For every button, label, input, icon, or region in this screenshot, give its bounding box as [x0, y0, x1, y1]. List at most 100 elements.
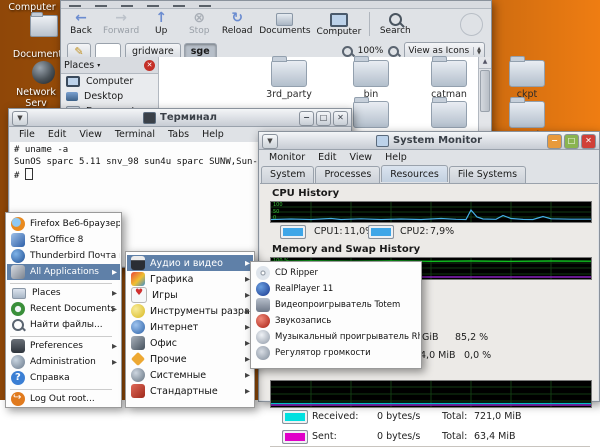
places-item[interactable]: Computer — [61, 74, 158, 89]
cpu2-swatch[interactable] — [368, 225, 394, 239]
cpu-history-graph: 100 50 0 — [270, 201, 592, 223]
menu-item[interactable]: All Applications — [7, 264, 120, 280]
menubar-item[interactable]: View — [79, 129, 102, 140]
toolbar-button-icon — [231, 11, 243, 26]
menubar-item[interactable]: Monitor — [269, 152, 305, 163]
folder-item[interactable]: bin — [336, 60, 406, 100]
maximize-button[interactable]: □ — [564, 134, 579, 149]
menubar-item[interactable]: Help — [385, 152, 407, 163]
menu-item[interactable]: Аудио и видео — [127, 255, 253, 271]
documents-folder-icon[interactable] — [30, 15, 58, 37]
menu-item-icon — [131, 320, 145, 334]
menubar-item[interactable]: Edit — [48, 129, 66, 140]
network-globe-icon[interactable] — [32, 61, 55, 84]
cpu1-swatch[interactable] — [280, 225, 306, 239]
places-item[interactable]: Desktop — [61, 89, 158, 104]
scroll-up-icon[interactable]: ▲ — [479, 57, 491, 69]
menu-item-label: Аудио и видео — [150, 258, 223, 269]
menu-item[interactable]: CD Ripper — [252, 265, 420, 281]
cpu-history-header: CPU History — [272, 188, 339, 199]
toolbar-button[interactable]: Documents — [259, 11, 310, 36]
folder-label: 3rd_party — [266, 89, 312, 100]
toolbar-button-label: Stop — [189, 26, 209, 36]
tab-resources[interactable]: Resources — [381, 165, 448, 182]
audio-video-submenu: CD Ripper RealPlayer 11 Видеопроигрывате… — [250, 261, 422, 369]
toolbar-button-icon — [155, 11, 167, 26]
terminal-titlebar[interactable]: ▼ Терминал − □ ✕ — [9, 109, 351, 127]
menu-item[interactable]: Звукозапись — [252, 313, 420, 329]
menubar-item[interactable]: File — [19, 129, 35, 140]
menu-item[interactable]: StarOffice 8 — [7, 232, 120, 248]
zoom-in-icon[interactable] — [388, 46, 399, 57]
folder-item[interactable]: ckpt — [492, 60, 562, 100]
menu-item[interactable]: Preferences — [7, 338, 120, 354]
menu-item[interactable]: Recent Documents — [7, 301, 120, 317]
system-monitor-titlebar[interactable]: ▼ System Monitor − □ ✕ — [259, 132, 599, 150]
menu-item[interactable]: RealPlayer 11 — [252, 281, 420, 297]
toolbar-button[interactable]: Search — [379, 11, 411, 36]
zoom-level: 100% — [358, 46, 384, 56]
menu-item[interactable]: Музыкальный проигрыватель Rhythmbox — [252, 329, 420, 345]
menu-item[interactable]: Places — [7, 285, 120, 301]
maximize-button[interactable]: □ — [316, 111, 331, 126]
menu-item[interactable]: Инструменты разработки — [127, 303, 253, 319]
window-menu-icon[interactable]: ▼ — [262, 134, 278, 149]
places-header[interactable]: Places ▾ ✕ — [61, 57, 158, 74]
menu-item[interactable]: Log Out root... — [7, 391, 120, 407]
menu-item[interactable]: Стандартные — [127, 383, 253, 399]
menubar-item[interactable]: Tabs — [168, 129, 189, 140]
toolbar-button-icon — [389, 13, 402, 26]
toolbar-button[interactable]: Stop — [183, 11, 215, 36]
menubar-item[interactable]: View — [350, 152, 373, 163]
menu-item[interactable]: Графика — [127, 271, 253, 287]
menu-item-icon — [131, 352, 145, 366]
tab-processes[interactable]: Processes — [315, 166, 380, 183]
menu-item-label: CD Ripper — [275, 268, 318, 278]
menu-item[interactable]: Справка — [7, 370, 120, 386]
scrollbar-thumb[interactable] — [480, 70, 490, 112]
menu-item[interactable]: Firefox Веб-браузер — [7, 216, 120, 232]
menu-item[interactable]: Интернет — [127, 319, 253, 335]
toolbar-button[interactable]: Reload — [221, 11, 253, 36]
tab-system[interactable]: System — [261, 166, 314, 183]
toolbar-button[interactable]: Up — [145, 11, 177, 36]
toolbar-button-label: Documents — [259, 26, 310, 36]
folder-item[interactable]: catman — [414, 60, 484, 100]
close-button[interactable]: ✕ — [581, 134, 596, 149]
network-history-graph — [270, 380, 592, 408]
menubar-item[interactable]: Help — [202, 129, 224, 140]
menu-item[interactable]: Найти файлы... — [7, 317, 120, 333]
folder-icon — [509, 60, 545, 87]
zoom-out-icon[interactable] — [342, 46, 353, 57]
menubar-item[interactable]: Edit — [318, 152, 336, 163]
received-swatch[interactable] — [282, 410, 308, 424]
toolbar-button[interactable]: Computer — [317, 11, 362, 37]
menu-item[interactable]: Прочие — [127, 351, 253, 367]
menu-item[interactable]: Игры — [127, 287, 253, 303]
menu-item[interactable]: Офис — [127, 335, 253, 351]
menu-item[interactable]: Administration — [7, 354, 120, 370]
menu-item[interactable]: Регулятор громкости — [252, 345, 420, 361]
terminal-title: Терминал — [160, 112, 217, 123]
minimize-button[interactable]: − — [299, 111, 314, 126]
minimize-button[interactable]: − — [547, 134, 562, 149]
menu-item-icon — [11, 233, 25, 247]
sent-swatch[interactable] — [282, 430, 308, 444]
folder-item[interactable]: 3rd_party — [254, 60, 324, 100]
menu-item[interactable]: Видеопроигрыватель Totem — [252, 297, 420, 313]
memory-percent: 85,2 % — [455, 332, 488, 343]
places-close-icon[interactable]: ✕ — [144, 60, 155, 71]
toolbar-button-icon — [75, 11, 87, 26]
main-menu: Firefox Веб-браузер StarOffice 8 Thunder… — [5, 212, 122, 408]
close-button[interactable]: ✕ — [333, 111, 348, 126]
toolbar-button[interactable]: Forward — [103, 11, 139, 36]
toolbar-button[interactable]: Back — [65, 11, 97, 36]
menubar-item[interactable]: Terminal — [115, 129, 155, 140]
menu-item-label: Справка — [30, 373, 70, 383]
tab-file-systems[interactable]: File Systems — [449, 166, 526, 183]
window-menu-icon[interactable]: ▼ — [12, 111, 28, 126]
menu-item[interactable]: Thunderbird Почта и новости — [7, 248, 120, 264]
view-mode-value: View as Icons — [408, 46, 469, 56]
desktop-icon-network-label[interactable]: Network Serv — [4, 87, 68, 109]
menu-item[interactable]: Системные — [127, 367, 253, 383]
